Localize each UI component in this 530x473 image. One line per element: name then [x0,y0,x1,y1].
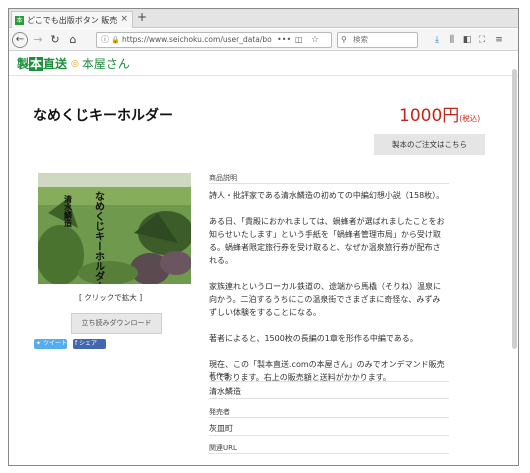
sidebar-icon[interactable]: ◧ [461,33,473,47]
site-favicon-icon: 本 [15,15,24,25]
price-value: 1000円 [399,106,460,126]
twitter-icon: ✦ [36,340,42,347]
enlarge-link[interactable]: [ クリックで拡大 ] [79,292,142,303]
lock-icon: 🔒 [111,36,120,44]
cover-title-text: なめくじキーホルダー [93,191,105,284]
cover-photo: なめくじキーホルダー 清水鱗造 [38,173,191,284]
tax-note: (税込) [459,114,481,123]
tab-title: どこでも出版ボタン 販売 [27,15,118,25]
download-icon[interactable]: ⤓ [431,33,443,47]
facebook-icon: f [75,340,78,347]
divider [209,417,449,418]
author-value[interactable]: 清水鱗造 [209,386,241,397]
order-button[interactable]: 製本のご注文はこちら [374,134,485,155]
logo-suffix: 直送 [43,57,68,71]
site-logo[interactable]: 製本直送 [17,55,67,72]
divider [209,398,449,399]
site-logo-bookstore[interactable]: 本屋さん [82,55,130,72]
description-paragraph: 詩人・批評家である清水鱗造の初めての中編幻想小説（158枚）。 [209,191,445,200]
pocket-icon[interactable]: ◫ [295,33,303,47]
description-paragraph: ある日、「貴殿におかれましては、蝸蜂者が選ばれましたことをお知らせいたします」と… [209,217,445,265]
info-icon[interactable]: ⓘ [101,33,109,47]
book-cover-image[interactable]: なめくじキーホルダー 清水鱗造 [38,173,191,284]
related-url-label: 関連URL [209,444,237,452]
navigation-toolbar: ← → ↻ ⌂ ⓘ 🔒 https://www.seichoku.com/use… [9,29,518,51]
tab-active[interactable]: 本 どこでも出版ボタン 販売 × [11,11,133,28]
description-label: 商品説明 [209,174,237,182]
logo-highlight: 本 [29,57,44,71]
page-title: なめくじキーホルダー [33,108,173,124]
home-icon[interactable]: ⌂ [65,32,81,48]
divider [209,183,449,184]
description-body: 詩人・批評家である清水鱗造の初めての中編幻想小説（158枚）。 ある日、「貴殿に… [209,189,445,397]
url-text[interactable]: https://www.seichoku.com/user_data/bo [122,33,272,47]
close-icon[interactable]: × [120,14,128,24]
back-icon[interactable]: ← [12,32,28,48]
facebook-share-button[interactable]: f シェア [73,339,106,349]
search-placeholder: 検索 [353,35,368,44]
divider [209,453,449,454]
divider [209,381,449,382]
preview-download-button[interactable]: 立ち読みダウンロード [71,313,162,334]
author-label: 著作者 [209,372,230,380]
browser-window: 本 どこでも出版ボタン 販売 × + ← → ↻ ⌂ ⓘ 🔒 https://w… [8,8,519,466]
cover-author-text: 清水鱗造 [63,194,73,228]
menu-icon[interactable]: ≡ [493,33,505,47]
search-input[interactable]: ⚲ 検索 [337,32,418,48]
reload-icon[interactable]: ↻ [47,32,63,48]
search-icon: ⚲ [341,35,347,44]
share-label: シェア [79,340,98,347]
new-tab-button[interactable]: + [137,10,147,24]
description-paragraph: 家族連れというローカル鉄道の、途端から馬橇（そりね）温泉に向かう。二泊するうちに… [209,282,441,317]
forward-icon[interactable]: → [30,32,46,48]
logo-prefix: 製 [17,57,30,71]
page-actions-icon[interactable]: ••• [277,33,291,47]
logo-separator-icon: ◎ [71,58,79,69]
library-icon[interactable]: ⫼ [446,33,458,47]
tweet-button[interactable]: ✦ ツイート [34,339,67,349]
url-bar[interactable]: ⓘ 🔒 https://www.seichoku.com/user_data/b… [96,32,332,48]
publisher-label: 発売者 [209,408,230,416]
page-scrollbar[interactable] [512,69,517,349]
bookmark-star-icon[interactable]: ☆ [311,33,319,47]
tweet-label: ツイート [42,340,67,347]
price: 1000円(税込) [399,101,480,126]
description-paragraph: 著者によると、1500枚の長編の1章を形作る中編である。 [209,334,418,343]
main-content: なめくじキーホルダー 1000円(税込) 製本のご注文はこちら なめくじキーホル… [9,77,518,465]
divider [209,435,449,436]
screenshot-icon[interactable]: ⛶ [476,33,488,47]
tab-bar: 本 どこでも出版ボタン 販売 × + [9,9,518,28]
site-header: 製本直送 ◎ 本屋さん [9,52,518,76]
publisher-value: 灰皿町 [209,424,233,433]
